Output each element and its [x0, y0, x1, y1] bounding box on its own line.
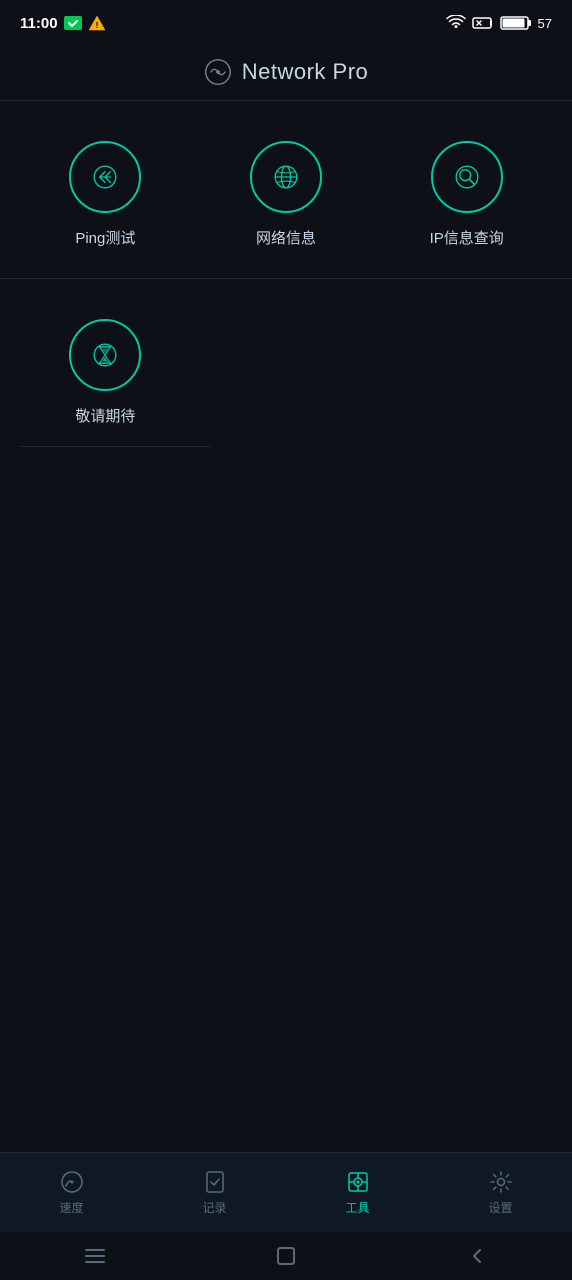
- coming-soon-label: 敬请期待: [75, 405, 135, 426]
- battery-level: 57: [538, 16, 552, 31]
- ip-lookup-label: IP信息查询: [430, 227, 504, 248]
- android-home-button[interactable]: [274, 1244, 298, 1268]
- ip-search-circle: [431, 141, 503, 213]
- wifi-icon: [446, 15, 466, 31]
- status-bar: 11:00 !: [0, 0, 572, 44]
- ip-lookup-item[interactable]: IP信息查询: [381, 131, 552, 258]
- battery-x-icon: [472, 16, 494, 30]
- ping-test-item[interactable]: Ping测试: [20, 131, 191, 258]
- warning-icon: !: [88, 15, 106, 31]
- main-content: Ping测试 网络信息: [0, 101, 572, 1152]
- app-title: Network Pro: [242, 59, 369, 85]
- battery-icon: [500, 15, 532, 31]
- nav-item-speed[interactable]: 速度: [0, 1153, 143, 1232]
- hourglass-icon: [87, 337, 123, 373]
- ping-icon-circle: [69, 141, 141, 213]
- coming-soon-item: 敬请期待: [20, 309, 191, 436]
- coming-soon-section: 敬请期待: [0, 279, 572, 467]
- status-left: 11:00 !: [20, 15, 106, 32]
- network-globe-circle: [250, 141, 322, 213]
- nav-tools-label: 工具: [345, 1199, 369, 1216]
- android-menu-button[interactable]: [83, 1244, 107, 1268]
- tools-icon: [345, 1169, 371, 1195]
- nav-records-label: 记录: [202, 1199, 226, 1216]
- ping-icon: [87, 159, 123, 195]
- app-logo-icon: [204, 58, 232, 86]
- nav-settings-label: 设置: [488, 1199, 512, 1216]
- network-globe-icon: [268, 159, 304, 195]
- hourglass-circle: [69, 319, 141, 391]
- speed-icon: [59, 1169, 85, 1195]
- search-icon: [449, 159, 485, 195]
- app-header: Network Pro: [0, 44, 572, 101]
- nav-speed-label: 速度: [59, 1199, 83, 1216]
- main-tools-grid: Ping测试 网络信息: [20, 131, 552, 258]
- settings-icon: [488, 1169, 514, 1195]
- coming-soon-grid: 敬请期待: [20, 309, 552, 436]
- status-right: 57: [446, 15, 552, 31]
- svg-text:!: !: [95, 21, 98, 30]
- android-back-button[interactable]: [465, 1244, 489, 1268]
- bottom-nav: 速度 记录 工具 设置: [0, 1152, 572, 1232]
- nav-item-settings[interactable]: 设置: [429, 1153, 572, 1232]
- status-time: 11:00: [20, 15, 58, 32]
- records-icon: [202, 1169, 228, 1195]
- network-info-item[interactable]: 网络信息: [201, 131, 372, 258]
- nav-item-tools[interactable]: 工具: [286, 1153, 429, 1232]
- main-tools-section: Ping测试 网络信息: [0, 101, 572, 279]
- notification-icon: [64, 16, 82, 30]
- android-nav-bar: [0, 1232, 572, 1280]
- nav-item-records[interactable]: 记录: [143, 1153, 286, 1232]
- network-info-label: 网络信息: [256, 227, 316, 248]
- ping-test-label: Ping测试: [75, 227, 135, 248]
- section-divider: [20, 446, 210, 447]
